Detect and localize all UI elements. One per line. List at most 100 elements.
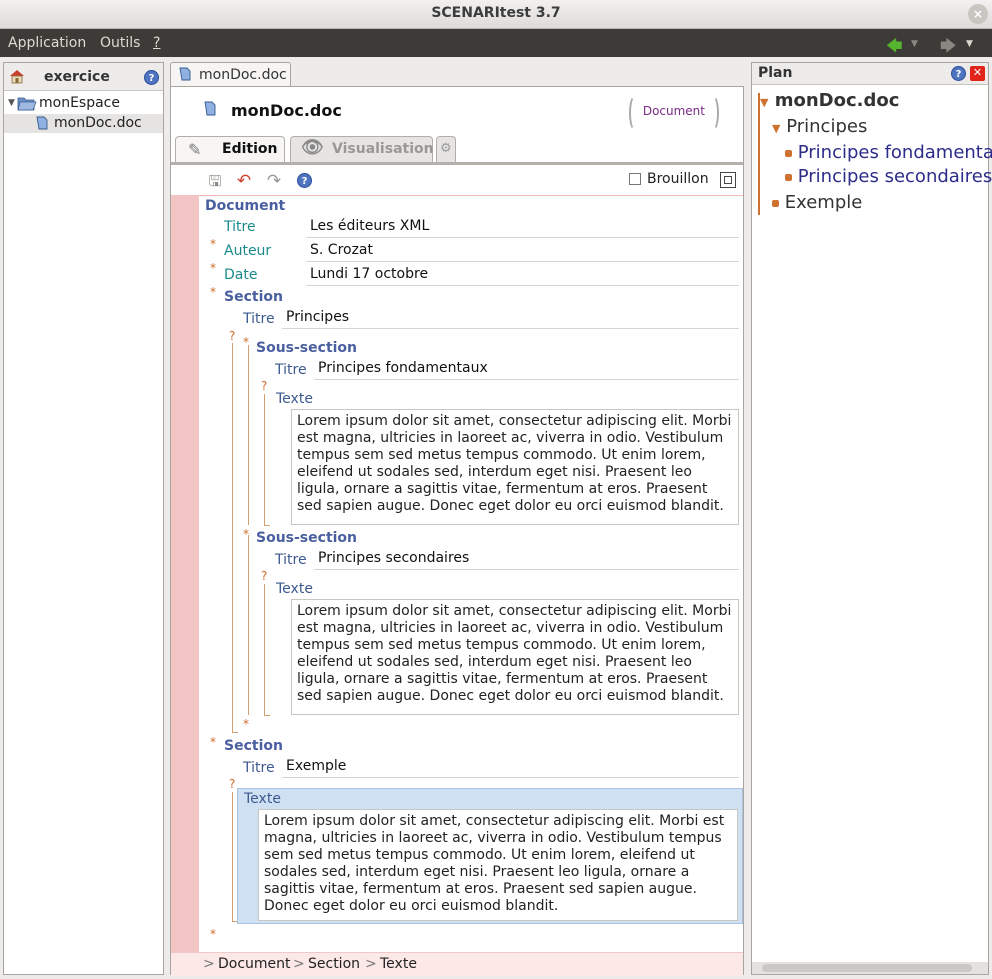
plan-title: Plan xyxy=(758,65,793,81)
draft-label: Brouillon xyxy=(647,171,709,187)
draft-checkbox[interactable] xyxy=(629,173,641,185)
field-date-value[interactable]: Lundi 17 octobre xyxy=(310,266,428,282)
pencil-edit-icon: ✎ xyxy=(188,140,202,159)
plan-item-label: monDoc.doc xyxy=(774,90,900,111)
field-auteur-value[interactable]: S. Crozat xyxy=(310,242,373,258)
plan-horizontal-scrollbar[interactable] xyxy=(752,962,988,974)
field-divider xyxy=(282,777,739,778)
field-divider xyxy=(306,285,739,286)
field-divider xyxy=(306,261,739,262)
document-icon xyxy=(179,67,191,81)
add-section-marker[interactable]: * xyxy=(210,927,216,941)
sub1-titre-value[interactable]: Principes fondamentaux xyxy=(318,360,488,376)
editor-panel: monDoc.doc Document ✎ Edition 👁 Visualis… xyxy=(170,86,744,976)
sub2-texte-content: Lorem ipsum dolor sit amet, consectetur … xyxy=(297,603,732,704)
section1-bracket xyxy=(232,343,238,733)
element-label-section[interactable]: Section xyxy=(224,289,283,305)
save-icon[interactable]: 🖫 xyxy=(206,172,224,190)
scrollbar-thumb[interactable] xyxy=(762,964,972,972)
field-label-texte: Texte xyxy=(276,391,313,407)
plan-help-icon[interactable]: ? xyxy=(951,66,966,81)
bullet-icon xyxy=(785,149,792,157)
field-label-titre: Titre xyxy=(275,552,307,568)
breadcrumb-item[interactable]: Section xyxy=(308,953,360,975)
tree-item-mondoc[interactable]: monDoc.doc xyxy=(4,114,163,133)
editor-tab-label: monDoc.doc xyxy=(199,67,287,83)
field-titre-text: Les éditeurs XML xyxy=(310,218,430,234)
forward-history-dropdown-icon[interactable]: ▼ xyxy=(966,39,973,49)
plan-panel-header: Plan ? ✕ xyxy=(752,63,988,85)
expand-triangle-icon[interactable]: ▼ xyxy=(8,94,15,113)
element-label-sous-section[interactable]: Sous-section xyxy=(256,530,357,546)
workspace-help-icon[interactable]: ? xyxy=(144,70,159,85)
section1-titre-value[interactable]: Principes xyxy=(286,309,349,325)
tab-settings[interactable]: ⚙ xyxy=(436,136,456,162)
optional-marker: ? xyxy=(229,777,236,791)
menu-help[interactable]: ? xyxy=(153,35,160,51)
workspace-panel-header: exercice ? xyxy=(4,63,163,91)
plan-item-mondoc[interactable]: ▼ monDoc.doc xyxy=(760,90,899,114)
menu-application-label: Application xyxy=(8,35,87,51)
optional-marker: ? xyxy=(261,569,268,583)
sub2-titre-value[interactable]: Principes secondaires xyxy=(318,550,469,566)
optional-marker: ? xyxy=(261,379,268,393)
gear-icon: ⚙ xyxy=(440,141,452,156)
element-label-document: Document xyxy=(205,198,286,214)
plan-item-label: Exemple xyxy=(784,192,863,213)
field-divider xyxy=(306,237,739,238)
plan-item-principes-fondamentaux[interactable]: Principes fondamentaux xyxy=(785,142,992,164)
field-divider xyxy=(314,569,739,570)
tree-item-label: monEspace xyxy=(39,95,120,111)
sub2-bracket xyxy=(248,535,254,715)
tree-item-monespace[interactable]: ▼ monEspace xyxy=(6,94,161,113)
tab-visualisation-label: Visualisation xyxy=(332,141,434,157)
undo-icon[interactable]: ↶ xyxy=(235,172,253,190)
element-label-section[interactable]: Section xyxy=(224,738,283,754)
plan-item-label: Principes fondamentaux xyxy=(797,142,992,163)
folder-open-icon xyxy=(17,97,37,111)
section2-texte-editor[interactable]: Lorem ipsum dolor sit amet, consectetur … xyxy=(258,809,738,921)
sub1-texte-editor[interactable]: Lorem ipsum dolor sit amet, consectetur … xyxy=(291,409,739,525)
plan-item-exemple[interactable]: Exemple xyxy=(772,192,862,214)
field-label-titre: Titre xyxy=(243,760,275,776)
collapse-triangle-icon[interactable]: ▼ xyxy=(760,96,768,109)
tab-visualisation[interactable]: 👁 Visualisation xyxy=(290,136,434,162)
collapse-triangle-icon[interactable]: ▼ xyxy=(772,122,780,135)
element-label-sous-section[interactable]: Sous-section xyxy=(256,340,357,356)
back-arrow-icon[interactable]: 🡄 xyxy=(886,35,903,62)
field-label-titre: Titre xyxy=(243,311,275,327)
menu-outils-label: Outils xyxy=(100,35,141,51)
field-titre-value[interactable]: Les éditeurs XML xyxy=(310,218,429,234)
plan-item-principes[interactable]: ▼ Principes xyxy=(772,116,867,140)
sub1-texte-content: Lorem ipsum dolor sit amet, consectetur … xyxy=(297,413,732,514)
field-divider xyxy=(314,379,739,380)
add-sous-section-marker[interactable]: * xyxy=(243,717,249,731)
toolbar-separator xyxy=(199,195,743,196)
redo-icon[interactable]: ↷ xyxy=(265,172,283,190)
breadcrumb-sep: > xyxy=(203,956,215,972)
required-marker: * xyxy=(210,735,216,749)
field-label-titre: Titre xyxy=(275,362,307,378)
maximize-editor-icon[interactable] xyxy=(720,172,736,188)
menu-application[interactable]: Application xyxy=(8,35,86,51)
document-icon xyxy=(36,116,48,130)
editor-tab-mondoc[interactable]: monDoc.doc xyxy=(170,62,291,87)
required-marker: * xyxy=(210,237,216,251)
sub2-texte-editor[interactable]: Lorem ipsum dolor sit amet, consectetur … xyxy=(291,599,739,715)
section2-titre-value[interactable]: Exemple xyxy=(286,758,346,774)
menu-outils[interactable]: Outils xyxy=(100,35,140,51)
window-close-button[interactable]: × xyxy=(968,4,988,24)
breadcrumb-item[interactable]: Document xyxy=(218,953,291,975)
plan-item-principes-secondaires[interactable]: Principes secondaires xyxy=(785,166,992,188)
tab-edition[interactable]: ✎ Edition xyxy=(175,136,285,162)
workspace-home-icon[interactable] xyxy=(9,68,25,84)
plan-close-icon[interactable]: ✕ xyxy=(970,66,985,81)
window-title: SCENARItest 3.7 xyxy=(431,5,561,21)
selected-texte-block[interactable]: Texte Lorem ipsum dolor sit amet, consec… xyxy=(237,788,743,924)
window-titlebar: SCENARItest 3.7 × xyxy=(0,0,992,29)
back-history-dropdown-icon[interactable]: ▼ xyxy=(911,39,918,49)
help-icon[interactable]: ? xyxy=(297,173,312,188)
workspace-panel: exercice ? ▼ monEspace monDoc.doc xyxy=(3,62,164,975)
breadcrumb-item[interactable]: Texte xyxy=(380,953,417,975)
forward-arrow-icon[interactable]: 🡆 xyxy=(940,35,957,62)
